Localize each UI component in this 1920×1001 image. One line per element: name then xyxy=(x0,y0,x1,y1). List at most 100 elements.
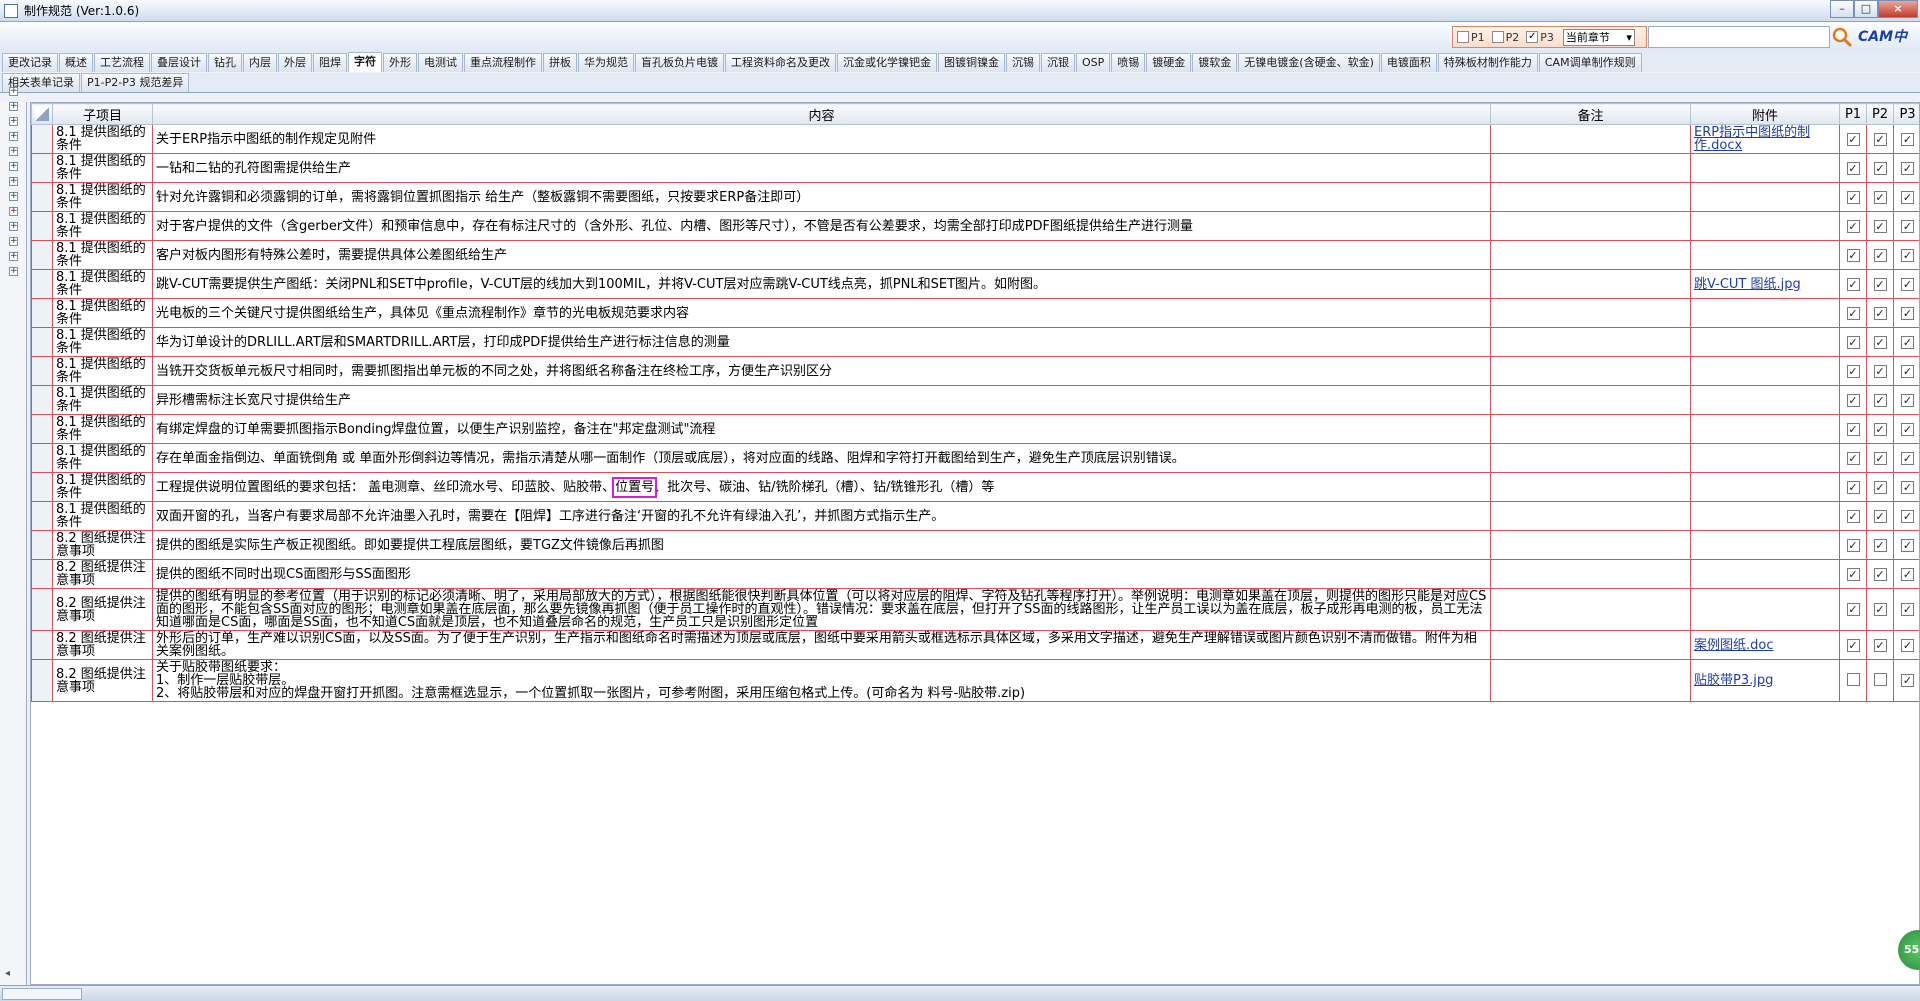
tab-18[interactable]: 沉锡 xyxy=(1006,53,1040,72)
p2-checkbox[interactable]: ✓ xyxy=(1873,306,1887,320)
p1-checkbox[interactable]: ✓ xyxy=(1846,190,1860,204)
attachment-link[interactable]: 案例图纸.doc xyxy=(1694,638,1774,653)
tab-17[interactable]: 图镀铜镍金 xyxy=(938,53,1005,72)
cell-remark[interactable] xyxy=(1490,443,1691,473)
cell-p3[interactable]: ✓ xyxy=(1893,659,1919,702)
tab-4[interactable]: 钻孔 xyxy=(208,53,242,72)
cell-content[interactable]: 存在单面金指倒边、单面铣倒角 或 单面外形倒斜边等情况，需指示清楚从哪一面制作（… xyxy=(152,443,1491,473)
cell-p3[interactable]: ✓ xyxy=(1893,501,1919,531)
cell-content[interactable]: 提供的图纸有明显的参考位置（用于识别的标记必须清晰、明了，采用局部放大的方式），… xyxy=(152,588,1491,631)
tab-15[interactable]: 工程资料命名及更改 xyxy=(725,53,836,72)
row-indicator[interactable] xyxy=(31,559,53,589)
row-indicator[interactable] xyxy=(31,443,53,473)
p1-checkbox[interactable]: ✓ xyxy=(1846,538,1860,552)
cell-attachment[interactable]: 贴胶带P3.jpg xyxy=(1690,659,1840,702)
p1-checkbox[interactable]: ✓ xyxy=(1846,364,1860,378)
tab-12[interactable]: 拼板 xyxy=(543,53,577,72)
p1-checkbox[interactable]: ✓ xyxy=(1846,603,1860,616)
p2-checkbox[interactable]: ✓ xyxy=(1873,277,1887,291)
row-indicator[interactable] xyxy=(31,472,53,502)
cell-content[interactable]: 对于客户提供的文件（含gerber文件）和预审信息中，存在有标注尺寸的（含外形、… xyxy=(152,211,1491,241)
tab-0[interactable]: 更改记录 xyxy=(2,53,58,72)
p2-checkbox[interactable]: ✓ xyxy=(1873,538,1887,552)
cell-p2[interactable]: ✓ xyxy=(1866,182,1894,212)
table-row[interactable]: 8.1 提供图纸的条件 关于ERP指示中图纸的制作规定见附件 ERP指示中图纸的制作… xyxy=(31,124,1919,154)
cell-p1[interactable]: ✓ xyxy=(1839,182,1867,212)
table-row[interactable]: 8.1 提供图纸的条件 异形槽需标注长宽尺寸提供给生产 ✓ ✓ ✓ xyxy=(31,385,1919,415)
tab-19[interactable]: 沉银 xyxy=(1041,53,1075,72)
row-indicator[interactable] xyxy=(31,530,53,560)
expand-icon[interactable]: + xyxy=(9,102,18,111)
cell-attachment[interactable] xyxy=(1690,298,1840,328)
p1-checkbox[interactable]: ✓ xyxy=(1846,132,1860,146)
p1-checkbox[interactable]: ✓ xyxy=(1846,335,1860,349)
cell-content[interactable]: 跳V-CUT需要提供生产图纸：关闭PNL和SET中profile，V-CUT层的… xyxy=(152,269,1491,299)
row-indicator[interactable] xyxy=(31,414,53,444)
col-header-attachment[interactable]: 附件 xyxy=(1690,103,1840,125)
cell-attachment[interactable] xyxy=(1690,588,1840,631)
p1-checkbox[interactable]: ✓ xyxy=(1846,567,1860,581)
tab-26[interactable]: 特殊板材制作能力 xyxy=(1437,53,1538,72)
cell-sub[interactable]: 8.1 提供图纸的条件 xyxy=(52,385,153,415)
cell-p2[interactable]: ✓ xyxy=(1866,501,1894,531)
expand-icon[interactable]: + xyxy=(9,177,18,186)
cell-attachment[interactable] xyxy=(1690,153,1840,183)
tab-3[interactable]: 叠层设计 xyxy=(151,53,207,72)
cell-remark[interactable] xyxy=(1490,153,1691,183)
cell-attachment[interactable] xyxy=(1690,327,1840,357)
cell-p1[interactable]: ✓ xyxy=(1839,240,1867,270)
table-row[interactable]: 8.2 图纸提供注意事项 外形后的订单，生产难以识别CS面，以及SS面。为了便于生… xyxy=(31,630,1919,660)
cell-p1[interactable]: ✓ xyxy=(1839,588,1867,631)
cell-sub[interactable]: 8.1 提供图纸的条件 xyxy=(52,240,153,270)
cell-sub[interactable]: 8.1 提供图纸的条件 xyxy=(52,414,153,444)
cell-sub[interactable]: 8.1 提供图纸的条件 xyxy=(52,327,153,357)
p2-checkbox[interactable]: ✓ xyxy=(1873,480,1887,494)
p2-checkbox[interactable]: ✓ xyxy=(1873,422,1887,436)
cell-attachment[interactable] xyxy=(1690,501,1840,531)
cell-content[interactable]: 当铣开交货板单元板尺寸相同时，需要抓图指出单元板的不同之处，并将图纸名称备注在终… xyxy=(152,356,1491,386)
cell-remark[interactable] xyxy=(1490,588,1691,631)
cell-p2[interactable]: ✓ xyxy=(1866,385,1894,415)
cell-remark[interactable] xyxy=(1490,356,1691,386)
cell-sub[interactable]: 8.2 图纸提供注意事项 xyxy=(52,588,153,631)
expand-icon[interactable]: + xyxy=(9,222,18,231)
row-indicator[interactable] xyxy=(31,327,53,357)
cell-attachment[interactable] xyxy=(1690,472,1840,502)
cell-remark[interactable] xyxy=(1490,530,1691,560)
cell-attachment[interactable] xyxy=(1690,182,1840,212)
p1-checkbox[interactable]: ✓ xyxy=(1846,161,1860,175)
cell-p2[interactable]: ✓ xyxy=(1866,530,1894,560)
cell-attachment[interactable] xyxy=(1690,530,1840,560)
cell-sub[interactable]: 8.1 提供图纸的条件 xyxy=(52,501,153,531)
tab-6[interactable]: 外层 xyxy=(278,53,312,72)
expand-icon[interactable]: + xyxy=(9,147,18,156)
tab-10[interactable]: 电测试 xyxy=(418,53,463,72)
cell-p3[interactable]: ✓ xyxy=(1893,630,1919,660)
table-row[interactable]: 8.1 提供图纸的条件 双面开窗的孔，当客户有要求局部不允许油墨入孔时，需要在【阻… xyxy=(31,501,1919,531)
table-row[interactable]: 8.1 提供图纸的条件 跳V-CUT需要提供生产图纸：关闭PNL和SET中prof… xyxy=(31,269,1919,299)
cell-p3[interactable]: ✓ xyxy=(1893,298,1919,328)
cell-content[interactable]: 华为订单设计的DRLILL.ART层和SMARTDRILL.ART层，打印成PD… xyxy=(152,327,1491,357)
tab-1[interactable]: 概述 xyxy=(59,53,93,72)
p3-checkbox[interactable]: ✓ xyxy=(1901,364,1914,378)
cell-p1[interactable]: ✓ xyxy=(1839,414,1867,444)
cell-p3[interactable]: ✓ xyxy=(1893,385,1919,415)
row-indicator[interactable] xyxy=(31,298,53,328)
p2-checkbox[interactable]: ✓ xyxy=(1873,451,1887,465)
cell-p1[interactable]: ✓ xyxy=(1839,501,1867,531)
p1-checkbox[interactable]: ✓ xyxy=(1846,393,1860,407)
filter-p2-checkbox[interactable] xyxy=(1491,31,1504,43)
cell-sub[interactable]: 8.2 图纸提供注意事项 xyxy=(52,530,153,560)
col-header-p3[interactable]: P3 xyxy=(1893,103,1919,125)
cell-sub[interactable]: 8.1 提供图纸的条件 xyxy=(52,472,153,502)
cell-p2[interactable] xyxy=(1866,659,1894,702)
tab-5[interactable]: 内层 xyxy=(243,53,277,72)
tab-25[interactable]: 电镀面积 xyxy=(1380,53,1437,72)
row-indicator[interactable] xyxy=(31,385,53,415)
cell-p1[interactable]: ✓ xyxy=(1839,530,1867,560)
cell-attachment[interactable]: 跳V-CUT 图纸.jpg xyxy=(1690,269,1840,299)
cell-p2[interactable]: ✓ xyxy=(1866,327,1894,357)
table-row[interactable]: 8.1 提供图纸的条件 一钻和二钻的孔符图需提供给生产 ✓ ✓ ✓ xyxy=(31,153,1919,183)
cell-sub[interactable]: 8.1 提供图纸的条件 xyxy=(52,298,153,328)
row-indicator[interactable] xyxy=(31,356,53,386)
